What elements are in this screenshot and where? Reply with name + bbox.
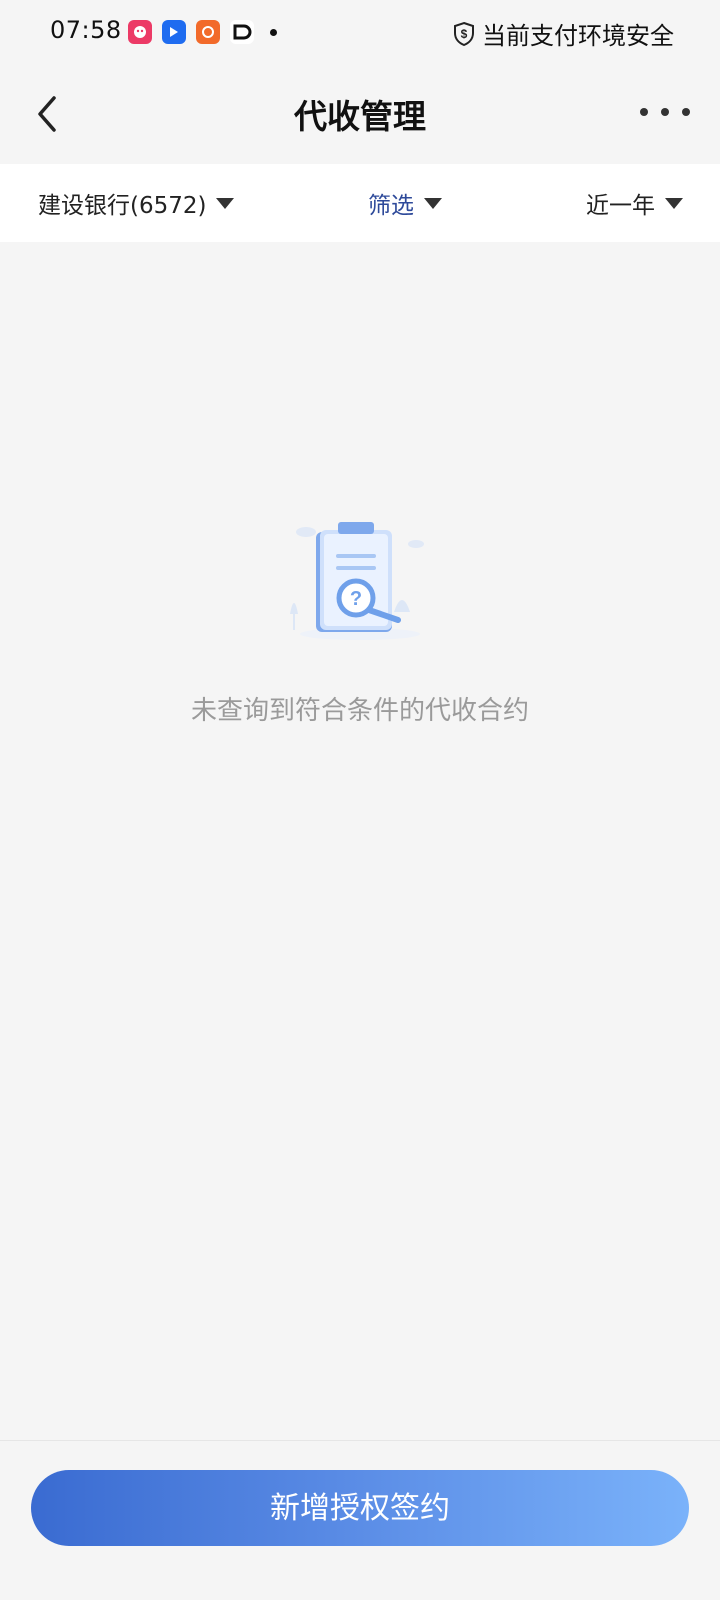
shield-icon: $ (454, 21, 474, 46)
security-text: 当前支付环境安全 (482, 22, 674, 50)
empty-state-illustration: ? (286, 522, 434, 646)
caret-down-icon (216, 197, 235, 209)
security-indicator: $ 当前支付环境安全 (452, 16, 674, 51)
svg-text:?: ? (350, 588, 362, 610)
filter-bar: 建设银行(6572) 筛选 近一年 (0, 164, 720, 242)
app-notification-icon (128, 20, 152, 44)
status-time: 07:58 (50, 16, 122, 44)
caret-down-icon (424, 197, 442, 209)
more-dot (682, 108, 690, 116)
filter-dropdown[interactable]: 筛选 (368, 186, 442, 220)
add-authorization-button[interactable]: 新增授权签约 (31, 1470, 689, 1546)
bank-account-dropdown[interactable]: 建设银行(6572) (38, 186, 235, 220)
more-dot (640, 108, 648, 116)
filter-label: 筛选 (368, 193, 414, 219)
svg-text:$: $ (461, 27, 468, 41)
app-notification-icon (230, 20, 254, 44)
empty-state-message: 未查询到符合条件的代收合约 (190, 696, 529, 726)
app-notification-icon (196, 20, 220, 44)
divider (0, 1440, 720, 1441)
status-bar: 07:58 $ 当前支付环境安全 (0, 0, 720, 64)
caret-down-icon (665, 197, 683, 209)
more-notifications-dot (270, 28, 277, 36)
more-dot (661, 108, 669, 116)
time-range-label: 近一年 (586, 193, 655, 219)
page-title: 代收管理 (294, 97, 426, 136)
bank-account-label: 建设银行(6572) (38, 193, 207, 219)
app-notification-icon (162, 20, 186, 44)
nav-bar: 代收管理 (0, 64, 720, 164)
time-range-dropdown[interactable]: 近一年 (586, 186, 683, 220)
more-options-button[interactable] (640, 100, 690, 124)
notification-icons (128, 20, 277, 44)
